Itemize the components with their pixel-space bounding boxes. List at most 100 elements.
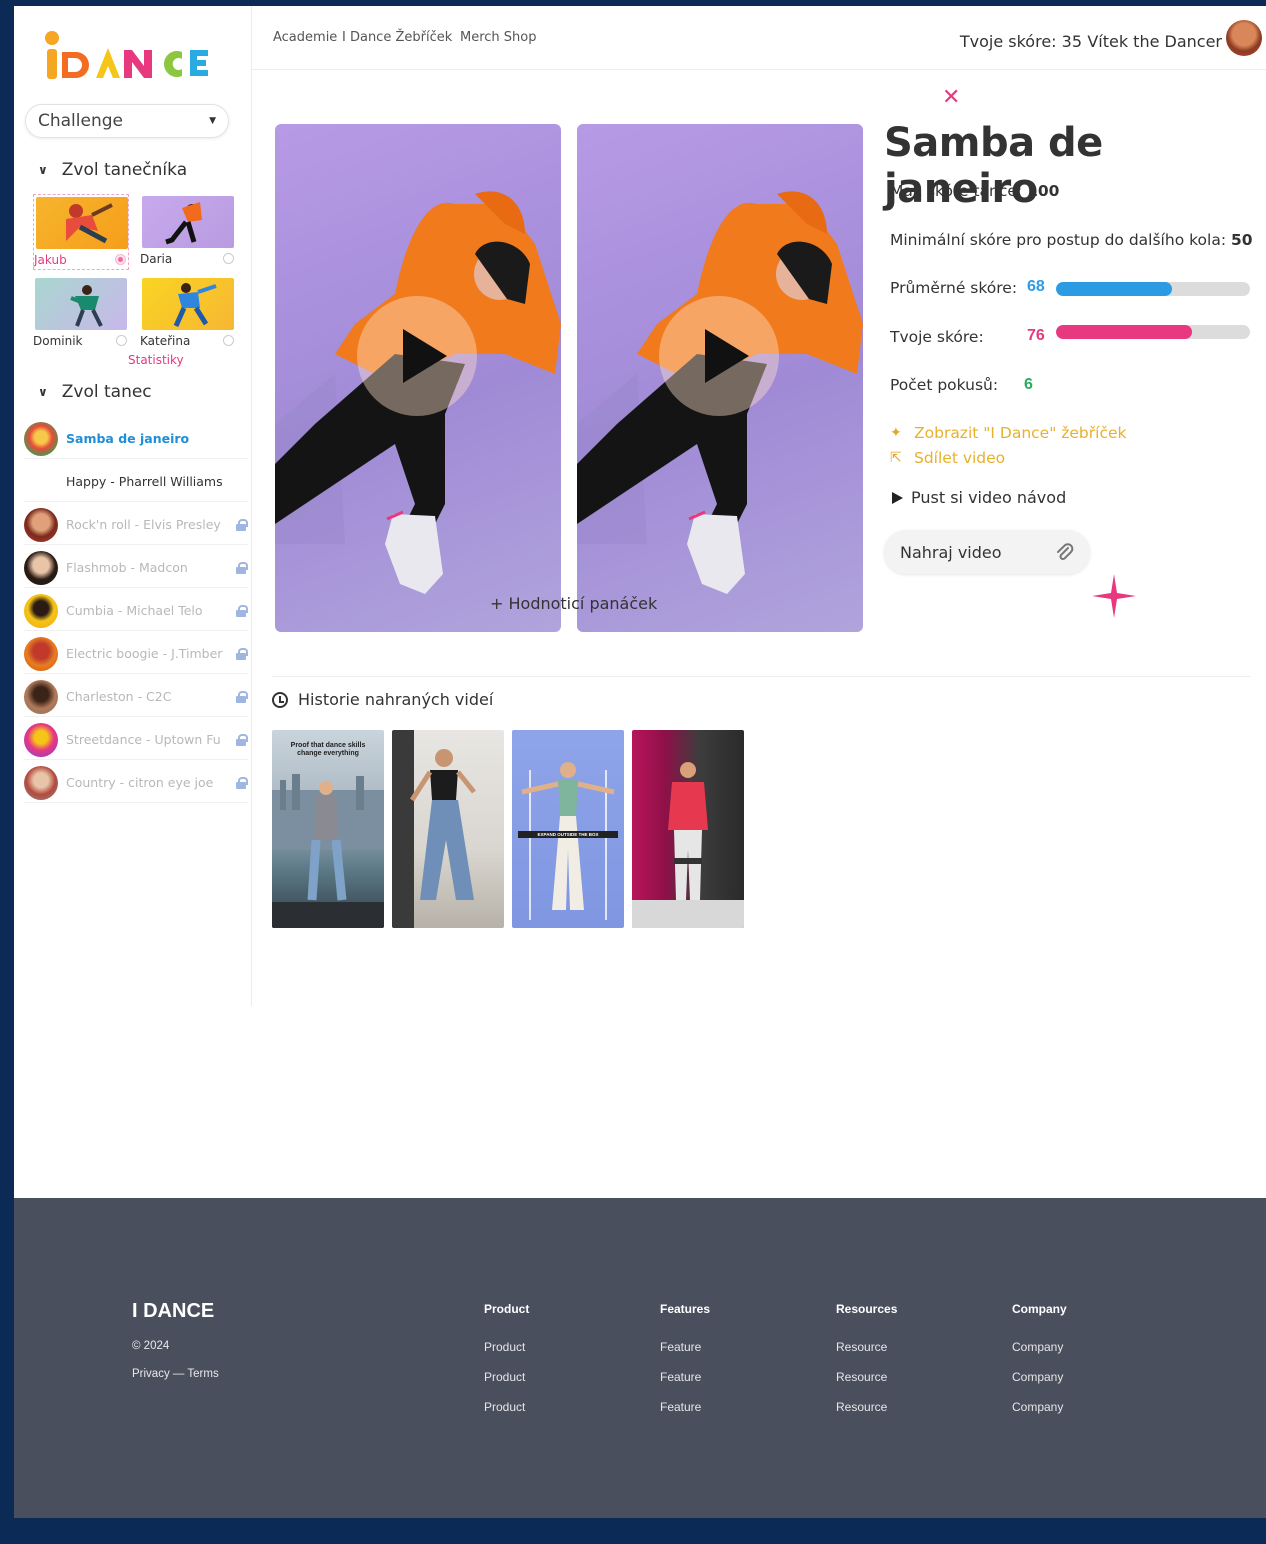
challenge-select[interactable]: Challenge ▼ [25, 104, 229, 138]
dancer-card-jakub[interactable]: Jakub [33, 194, 129, 270]
video-player-right[interactable] [577, 124, 863, 632]
footer-link[interactable]: Product [484, 1370, 525, 1384]
footer-link[interactable]: Feature [660, 1400, 701, 1414]
stats-link[interactable]: Statistiky [128, 353, 184, 367]
sparkle-icon: ✦ [890, 425, 902, 441]
play-button-icon[interactable] [357, 296, 477, 416]
thumb-caption: EXPAND OUTSIDE THE BOX [518, 831, 618, 838]
dance-item[interactable]: Happy - Pharrell Williams [24, 462, 248, 502]
footer-link[interactable]: Company [1012, 1340, 1063, 1354]
footer-link[interactable]: Feature [660, 1370, 701, 1384]
share-video-label: Sdílet video [914, 449, 1006, 467]
radio-empty-icon[interactable] [223, 253, 234, 264]
lock-icon [236, 647, 248, 660]
footer-link[interactable]: Company [1012, 1370, 1063, 1384]
dancer-name: Daria [140, 252, 173, 266]
footer-link[interactable]: Product [484, 1400, 525, 1414]
lock-icon [236, 733, 248, 746]
user-avatar[interactable] [1226, 20, 1262, 56]
sparkle-decoration-icon [1092, 574, 1136, 618]
dancer-card-daria[interactable]: Daria [140, 194, 236, 270]
dance-avatar [24, 507, 58, 542]
play-icon [892, 491, 903, 504]
history-video-thumb[interactable]: EXPAND OUTSIDE THE BOX [512, 730, 624, 928]
share-icon: ⇱ [890, 450, 902, 466]
footer-col-title: Features [660, 1302, 711, 1316]
footer-link[interactable]: Feature [660, 1340, 701, 1354]
radio-selected-icon[interactable] [115, 254, 126, 265]
dance-avatar [24, 550, 58, 585]
your-score-bar-fill [1056, 325, 1192, 339]
scoring-figure-toggle[interactable]: + Hodnoticí panáček [490, 594, 657, 613]
share-video-link[interactable]: ⇱ Sdílet video [890, 449, 1005, 467]
thumb-figure [392, 730, 476, 928]
leaderboard-link[interactable]: ✦ Zobrazit "I Dance" žebříček [890, 424, 1126, 442]
nav-link-leaderboard[interactable]: I Dance Žebříček [342, 30, 452, 45]
chevron-down-icon: ∨ [38, 163, 48, 177]
dance-item[interactable]: Flashmob - Madcon [24, 548, 248, 588]
dance-section-toggle[interactable]: ∨ Zvol tanec [38, 382, 152, 402]
radio-empty-icon[interactable] [116, 335, 127, 346]
history-title-label: Historie nahraných videí [298, 690, 494, 709]
top-nav: Academie I Dance Žebříček Merch Shop Tvo… [252, 6, 1266, 70]
your-score-value: 76 [1027, 327, 1045, 344]
footer-legal-links[interactable]: Privacy — Terms [132, 1368, 219, 1380]
dance-item[interactable]: Electric boogie - J.Timber [24, 634, 248, 674]
footer-col-title: Company [1012, 1302, 1067, 1316]
dance-item-label: Streetdance - Uptown Fu [66, 732, 221, 747]
dancer-name: Kateřina [140, 334, 191, 348]
dance-item[interactable]: Samba de janeiro [24, 419, 248, 459]
footer-link[interactable]: Resource [836, 1370, 887, 1384]
close-icon[interactable]: ✕ [942, 84, 960, 110]
idance-logo[interactable] [42, 26, 222, 88]
dance-section-title: Zvol tanec [61, 382, 152, 402]
dance-item[interactable]: Charleston - C2C [24, 677, 248, 717]
dancer-section-toggle[interactable]: ∨ Zvol tanečníka [38, 160, 187, 180]
footer-link[interactable]: Company [1012, 1400, 1063, 1414]
footer-link[interactable]: Resource [836, 1400, 887, 1414]
attempts-value: 6 [1024, 376, 1033, 393]
header-score: Tvoje skóre: 35 [959, 32, 1082, 51]
dance-avatar [24, 465, 58, 499]
max-score-label: Max skóre tance: [890, 182, 1023, 200]
play-button-icon[interactable] [659, 296, 779, 416]
dance-avatar [24, 636, 58, 671]
thumb-figure [632, 762, 744, 928]
dance-item[interactable]: Cumbia - Michael Telo [24, 591, 248, 631]
nav-link-merch-shop[interactable]: Merch Shop [460, 30, 537, 45]
footer-col-title: Resources [836, 1302, 898, 1316]
dance-item[interactable]: Country - citron eye joe [24, 763, 248, 803]
dancer-card-dominik[interactable]: Dominik [33, 276, 129, 352]
dance-avatar [24, 421, 58, 456]
nav-link-academie[interactable]: Academie [273, 30, 337, 45]
dance-avatar [24, 765, 58, 800]
dance-avatar [24, 722, 58, 757]
user-name[interactable]: Vítek the Dancer [1087, 32, 1222, 51]
footer-link[interactable]: Product [484, 1340, 525, 1354]
upload-video-button[interactable]: Nahraj video [884, 530, 1090, 574]
dance-item[interactable]: Streetdance - Uptown Fu [24, 720, 248, 760]
history-video-thumb[interactable] [392, 730, 504, 928]
min-score-label: Minimální skóre pro postup do dalšího ko… [890, 231, 1227, 249]
avg-score-value: 68 [1027, 278, 1045, 295]
radio-empty-icon[interactable] [223, 335, 234, 346]
footer-link[interactable]: Resource [836, 1340, 887, 1354]
dance-item-label: Samba de janeiro [66, 431, 190, 446]
avg-score-bar [1056, 282, 1250, 296]
avg-score-label: Průměrné skóre: [890, 279, 1018, 297]
footer-col-title: Product [484, 1302, 530, 1316]
dance-item[interactable]: Rock'n roll - Elvis Presley [24, 505, 248, 545]
dance-item-label: Happy - Pharrell Williams [66, 474, 223, 489]
video-player-left[interactable] [275, 124, 561, 632]
tutorial-video-label: Pust si video návod [911, 488, 1067, 507]
dance-avatar [24, 679, 58, 714]
history-video-thumb[interactable]: Proof that dance skills change everythin… [272, 730, 384, 928]
chevron-down-icon: ∨ [38, 385, 48, 399]
dancer-section-title: Zvol tanečníka [61, 160, 188, 180]
history-video-thumb[interactable] [632, 730, 744, 928]
tutorial-video-link[interactable]: Pust si video návod [892, 488, 1066, 507]
dance-item-label: Electric boogie - J.Timber [66, 646, 223, 661]
footer-copyright: © 2024 [132, 1340, 170, 1352]
sidebar: Challenge ▼ ∨ Zvol tanečníka Jakub Daria [14, 6, 252, 1006]
dancer-card-katerina[interactable]: Kateřina [140, 276, 236, 352]
